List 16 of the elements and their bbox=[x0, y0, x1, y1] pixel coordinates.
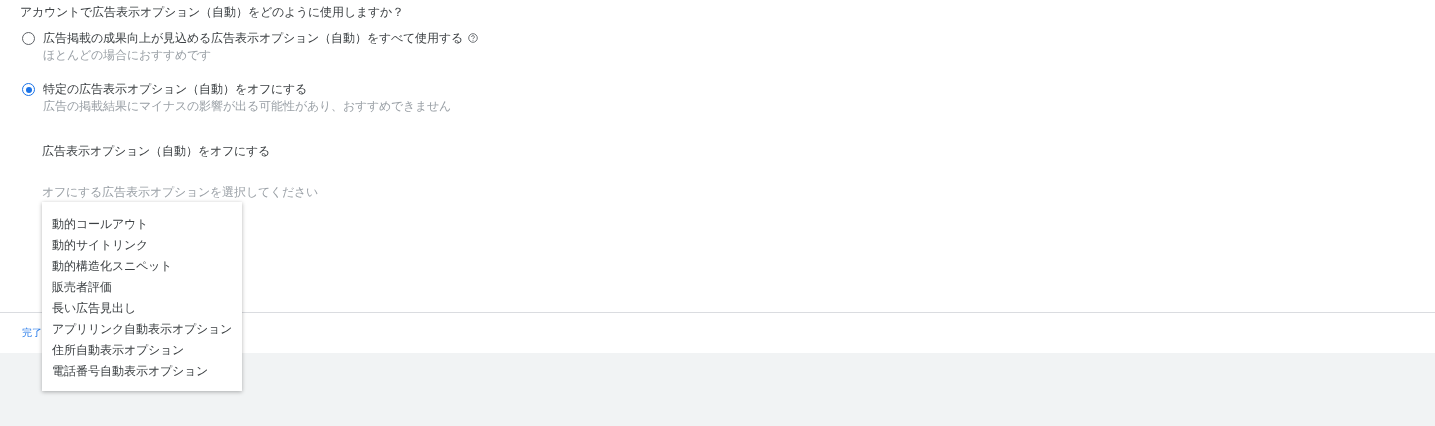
menu-item[interactable]: 販売者評価 bbox=[42, 277, 242, 298]
menu-item[interactable]: 動的コールアウト bbox=[42, 214, 242, 235]
menu-item[interactable]: アプリリンク自動表示オプション bbox=[42, 319, 242, 340]
menu-item[interactable]: 長い広告見出し bbox=[42, 298, 242, 319]
option-hint: ほとんどの場合におすすめです bbox=[43, 48, 212, 62]
option-hint: 広告の掲載結果にマイナスの影響が出る可能性があり、おすすめできません bbox=[43, 99, 451, 113]
section-heading: 広告表示オプション（自動）をオフにする bbox=[42, 143, 271, 160]
menu-item[interactable]: 住所自動表示オプション bbox=[42, 340, 242, 361]
question-text: アカウントで広告表示オプション（自動）をどのように使用しますか？ bbox=[20, 5, 405, 19]
menu-item[interactable]: 電話番号自動表示オプション bbox=[42, 361, 242, 382]
option-label: 広告掲載の成果向上が見込める広告表示オプション（自動）をすべて使用する bbox=[43, 31, 463, 45]
menu-item[interactable]: 動的サイトリンク bbox=[42, 235, 242, 256]
help-icon[interactable] bbox=[468, 33, 478, 43]
option-label: 特定の広告表示オプション（自動）をオフにする bbox=[43, 82, 307, 96]
done-button[interactable]: 完了 bbox=[22, 326, 42, 340]
menu-item[interactable]: 動的構造化スニペット bbox=[42, 256, 242, 277]
